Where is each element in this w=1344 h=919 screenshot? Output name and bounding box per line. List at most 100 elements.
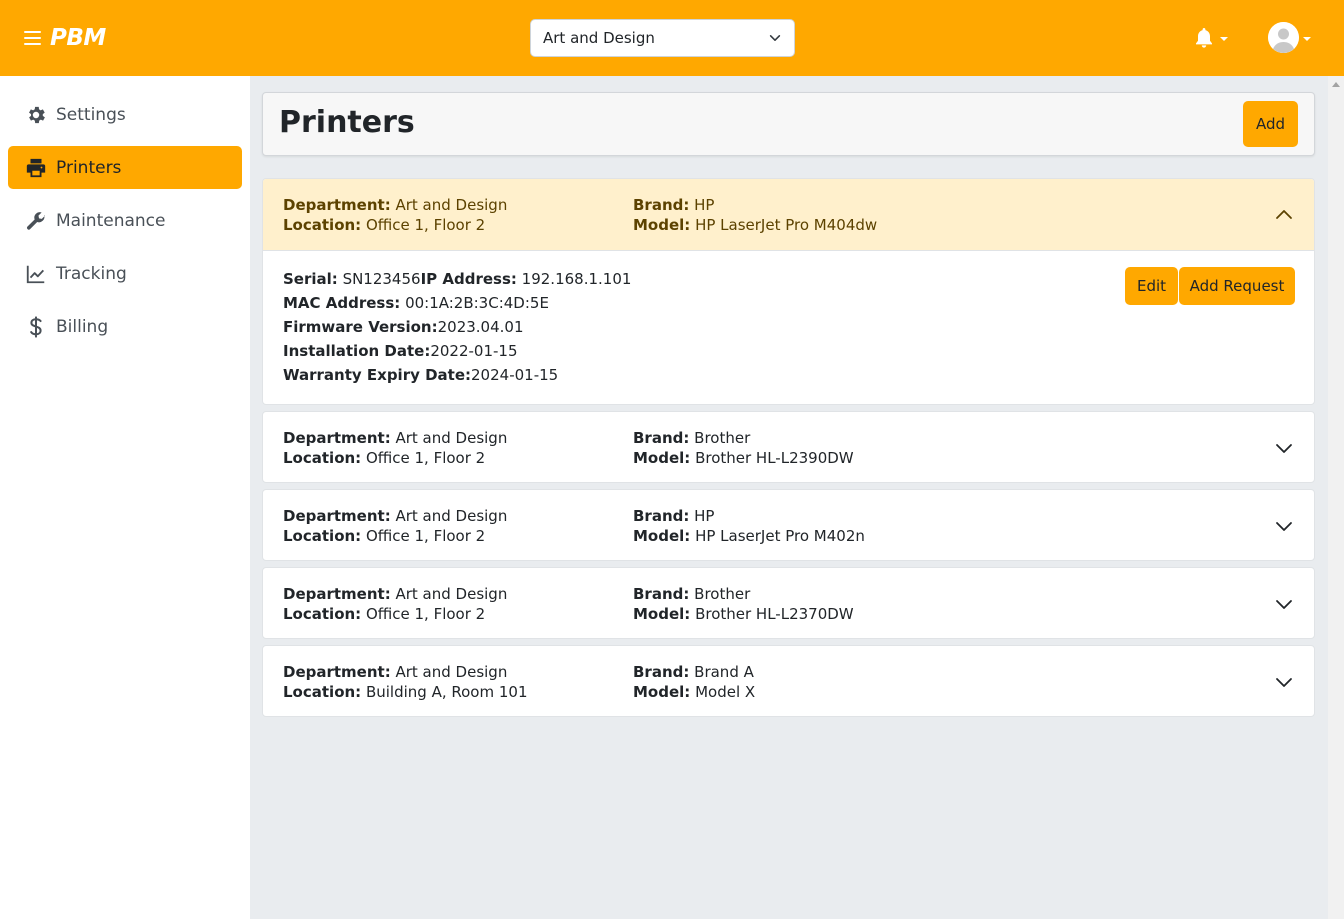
sidebar-item-label: Billing [56,316,109,337]
brand-value: HP [694,196,715,214]
chevron-down-icon [1276,444,1292,453]
warranty-value: 2024-01-15 [471,366,559,384]
location-label: Location: [283,604,362,623]
model-value: Brother HL-L2370DW [695,604,854,623]
mac-value: 00:1A:2B:3C:4D:5E [405,294,549,312]
brand-label: Brand: [633,196,690,214]
firmware-label: Firmware Version: [283,318,438,336]
sidebar-item-label: Tracking [56,263,127,284]
serial-value: SN123456 [342,270,421,288]
printer-item-details: Serial: SN123456IP Address: 192.168.1.10… [263,251,1314,404]
edit-button[interactable]: Edit [1125,267,1178,305]
firmware-line: Firmware Version:2023.04.01 [283,315,1294,339]
department-value: Art and Design [395,429,508,447]
brand-label: Brand: [633,429,690,447]
location-label: Location: [283,448,362,467]
department-label: Department: [283,585,391,603]
model-label: Model: [633,215,691,234]
location-label: Location: [283,215,362,234]
printer-actions: Edit Add Request [1125,267,1295,305]
ip-label: IP Address: [420,270,517,288]
user-avatar-icon [1268,22,1299,53]
chevron-down-icon [1276,678,1292,687]
department-label: Department: [283,196,391,214]
location-value: Office 1, Floor 2 [365,448,486,467]
chevron-down-icon [1276,600,1292,609]
brand-value: Brother [694,429,751,447]
department-value: Art and Design [395,663,508,681]
add-printer-button[interactable]: Add [1243,101,1298,147]
department-label: Department: [283,429,391,447]
sidebar-item-tracking[interactable]: Tracking [8,252,242,295]
model-value: Model X [695,682,756,701]
chevron-down-icon [1276,522,1292,531]
sidebar-item-settings[interactable]: Settings [8,93,242,136]
dollar-icon [23,314,48,339]
printer-item: Department: Art and Design Location: Off… [262,489,1315,561]
chevron-down-icon [769,35,781,41]
department-value: Art and Design [395,507,508,525]
model-label: Model: [633,448,691,467]
model-label: Model: [633,682,691,701]
location-value: Office 1, Floor 2 [365,215,486,234]
brand: PBM [24,24,106,52]
app-logo[interactable]: PBM [50,24,106,52]
sidebar-item-label: Maintenance [56,210,166,231]
sidebar: Settings Printers Maintenance Tracking B… [0,76,250,919]
department-select[interactable]: Art and Design [530,19,795,57]
install-value: 2022-01-15 [430,342,518,360]
brand-label: Brand: [633,585,690,603]
printer-item-header[interactable]: Department: Art and Design Location: Off… [263,568,1314,638]
chevron-up-icon [1276,210,1292,219]
warranty-line: Warranty Expiry Date:2024-01-15 [283,363,1294,387]
model-value: Brother HL-L2390DW [695,448,854,467]
model-label: Model: [633,526,691,545]
printer-icon [23,155,48,180]
sidebar-item-maintenance[interactable]: Maintenance [8,199,242,242]
brand-label: Brand: [633,507,690,525]
department-value: Art and Design [395,585,508,603]
model-label: Model: [633,604,691,623]
serial-label: Serial: [283,270,338,288]
warranty-label: Warranty Expiry Date: [283,366,472,384]
caret-down-icon [1220,37,1228,41]
hamburger-menu-icon[interactable] [24,31,41,45]
location-value: Building A, Room 101 [365,682,528,701]
printer-item: Department: Art and Design Location: Off… [262,178,1315,405]
user-menu-dropdown[interactable] [1268,22,1311,53]
ip-value: 192.168.1.101 [521,270,632,288]
add-request-button[interactable]: Add Request [1179,267,1295,305]
brand-value: Brother [694,585,751,603]
vertical-scrollbar[interactable] [1328,76,1344,919]
location-value: Office 1, Floor 2 [365,526,486,545]
printer-item: Department: Art and Design Location: Bui… [262,645,1315,717]
model-value: HP LaserJet Pro M402n [695,526,865,545]
main-content: Printers Add Department: Art and Design … [250,76,1328,919]
department-label: Department: [283,663,391,681]
chart-line-icon [23,261,48,286]
printer-item-header[interactable]: Department: Art and Design Location: Off… [263,179,1314,251]
brand-value: HP [694,507,715,525]
printer-item: Department: Art and Design Location: Off… [262,411,1315,483]
department-value: Art and Design [395,196,508,214]
brand-label: Brand: [633,663,690,681]
sidebar-item-billing[interactable]: Billing [8,305,242,348]
location-label: Location: [283,682,362,701]
printer-item-header[interactable]: Department: Art and Design Location: Off… [263,490,1314,560]
scroll-up-icon[interactable] [1332,82,1340,87]
mac-label: MAC Address: [283,294,401,312]
printer-accordion: Department: Art and Design Location: Off… [262,178,1315,723]
bell-icon [1196,28,1212,48]
printer-item-header[interactable]: Department: Art and Design Location: Off… [263,412,1314,482]
sidebar-item-label: Settings [56,104,126,125]
caret-down-icon [1303,36,1311,41]
install-label: Installation Date: [283,342,431,360]
printer-item-header[interactable]: Department: Art and Design Location: Bui… [263,646,1314,716]
gear-icon [23,102,48,127]
sidebar-item-printers[interactable]: Printers [8,146,242,189]
model-value: HP LaserJet Pro M404dw [695,215,878,234]
wrench-icon [23,208,48,233]
location-value: Office 1, Floor 2 [365,604,486,623]
notifications-dropdown[interactable] [1192,26,1228,50]
brand-value: Brand A [694,663,754,681]
